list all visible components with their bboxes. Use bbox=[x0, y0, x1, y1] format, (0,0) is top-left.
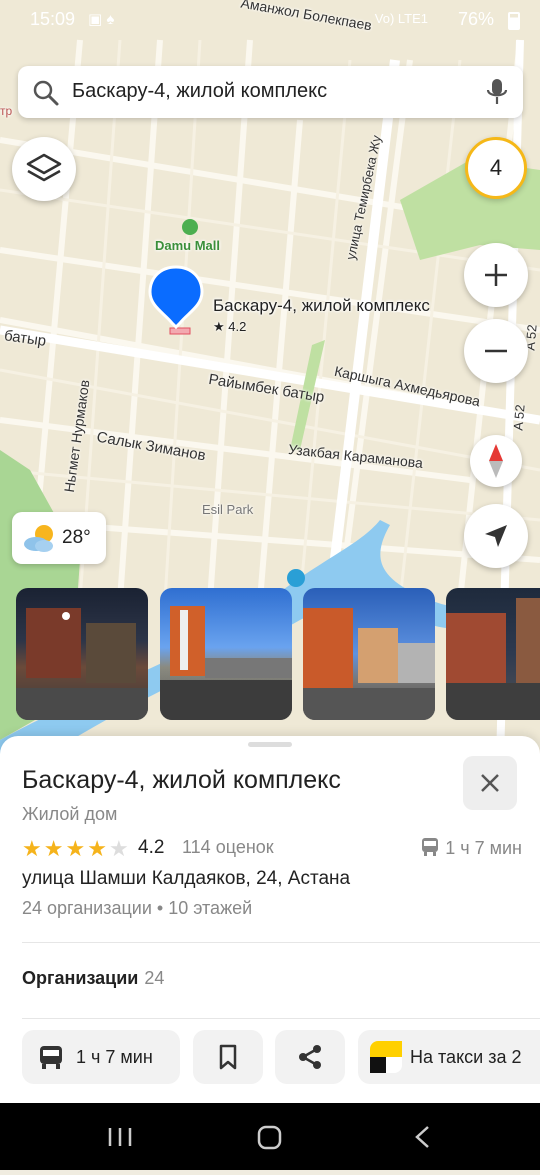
map-label-esil-park: Esil Park bbox=[202, 502, 254, 517]
nav-buttons bbox=[108, 1125, 429, 1150]
photo-image bbox=[160, 606, 292, 720]
photo-thumbnail[interactable] bbox=[16, 588, 148, 720]
place-card[interactable]: Баскару-4, жилой комплекс Жилой дом ★★★★… bbox=[0, 736, 540, 1103]
zoom-in-button[interactable] bbox=[464, 243, 528, 307]
organizations-count: 24 bbox=[144, 968, 165, 988]
transit-time-text: 1 ч 7 мин bbox=[445, 838, 522, 858]
network-indicator: Vo) LTE1 bbox=[374, 11, 428, 26]
map-label-edge: тр bbox=[0, 104, 13, 118]
map-view[interactable]: Аманжол Болекпаев тр Damu Mall улица Тем… bbox=[0, 0, 540, 760]
photo-thumbnail[interactable] bbox=[303, 588, 435, 720]
battery-level: 76% bbox=[457, 9, 494, 29]
photo-image bbox=[446, 598, 540, 720]
navigation-arrow-icon bbox=[485, 525, 507, 547]
photo-thumbnail[interactable] bbox=[160, 588, 292, 720]
battery-icon bbox=[508, 12, 520, 30]
taxi-icon bbox=[370, 1041, 402, 1073]
layers-icon bbox=[26, 153, 62, 182]
photo-image bbox=[303, 608, 435, 720]
star-icon: ★ bbox=[22, 836, 42, 861]
place-category: Жилой дом bbox=[22, 804, 118, 824]
place-meta: 24 организации • 10 этажей bbox=[22, 898, 253, 918]
star-icon: ★ bbox=[87, 836, 107, 861]
partly-cloudy-icon bbox=[22, 522, 58, 559]
place-address[interactable]: улица Шамши Калдаяков, 24, Астана bbox=[22, 868, 350, 890]
bus-icon bbox=[40, 1046, 62, 1069]
divider bbox=[22, 942, 540, 943]
star-icon: ★ bbox=[43, 836, 64, 861]
share-button[interactable] bbox=[275, 1030, 345, 1084]
map-pin-icon bbox=[148, 265, 204, 330]
place-pin[interactable] bbox=[148, 265, 204, 334]
star-empty-icon: ★ bbox=[108, 836, 129, 861]
photo-carousel[interactable] bbox=[16, 588, 540, 720]
route-button[interactable]: 1 ч 7 мин bbox=[22, 1030, 180, 1084]
organizations-row[interactable]: Организации 24 bbox=[22, 968, 164, 989]
pin-label: Баскару-4, жилой комплекс bbox=[213, 296, 430, 315]
search-icon bbox=[32, 79, 60, 112]
close-icon bbox=[481, 774, 499, 792]
zoom-out-button[interactable] bbox=[464, 319, 528, 383]
photo-image bbox=[16, 608, 148, 720]
bus-icon bbox=[422, 838, 439, 856]
my-location-button[interactable] bbox=[464, 504, 528, 568]
home-icon[interactable] bbox=[257, 1125, 282, 1150]
map-label-damu-mall[interactable]: Damu Mall bbox=[155, 238, 220, 253]
compass-button[interactable] bbox=[470, 435, 522, 487]
weather-widget[interactable]: 28° bbox=[12, 512, 106, 564]
system-navigation-bar bbox=[0, 1103, 540, 1170]
action-bar: 1 ч 7 мин На такси за 2 bbox=[0, 1030, 540, 1086]
photo-thumbnail[interactable] bbox=[446, 588, 540, 720]
status-time: 15:09 bbox=[30, 9, 76, 29]
transit-time[interactable]: 1 ч 7 мин bbox=[421, 837, 522, 859]
search-bar[interactable]: Баскару-4, жилой комплекс bbox=[18, 66, 523, 118]
weather-temperature: 28° bbox=[62, 527, 91, 548]
notification-icons: ▣ ♠ bbox=[88, 11, 115, 28]
status-bar: 15:09 ▣ ♠ Vo) LTE1 76% bbox=[0, 0, 540, 40]
sheet-drag-handle[interactable] bbox=[248, 742, 292, 747]
close-button[interactable] bbox=[463, 756, 517, 810]
search-input[interactable]: Баскару-4, жилой комплекс bbox=[72, 80, 327, 103]
star-icon: ★ bbox=[65, 836, 86, 861]
review-count[interactable]: 114 оценок bbox=[182, 837, 274, 858]
plus-icon bbox=[485, 264, 507, 286]
taxi-button[interactable]: На такси за 2 bbox=[358, 1030, 540, 1084]
cluster-count-badge[interactable]: 4 bbox=[465, 137, 527, 199]
taxi-button-label: На такси за 2 bbox=[410, 1046, 522, 1067]
rating-stars: ★★★★★ bbox=[22, 836, 131, 862]
microphone-icon[interactable] bbox=[485, 77, 509, 112]
compass-icon bbox=[489, 444, 503, 478]
route-button-label: 1 ч 7 мин bbox=[76, 1046, 153, 1067]
recent-apps-icon[interactable] bbox=[108, 1128, 132, 1146]
place-title: Баскару-4, жилой комплекс bbox=[22, 766, 341, 794]
map-label-a52-bottom: A 52 bbox=[510, 403, 528, 432]
minus-icon bbox=[485, 349, 507, 353]
rating-value: 4.2 bbox=[138, 837, 165, 858]
rating-row[interactable]: ★★★★★ 4.2 114 оценок 1 ч 7 мин bbox=[22, 836, 522, 862]
back-icon[interactable] bbox=[415, 1126, 429, 1148]
share-icon bbox=[299, 1045, 321, 1069]
divider bbox=[22, 1018, 540, 1019]
organizations-label: Организации bbox=[22, 968, 139, 988]
layers-button[interactable] bbox=[12, 137, 76, 201]
bookmark-button[interactable] bbox=[193, 1030, 263, 1084]
pin-rating: ★ 4.2 bbox=[213, 319, 247, 334]
bookmark-icon bbox=[219, 1044, 237, 1070]
